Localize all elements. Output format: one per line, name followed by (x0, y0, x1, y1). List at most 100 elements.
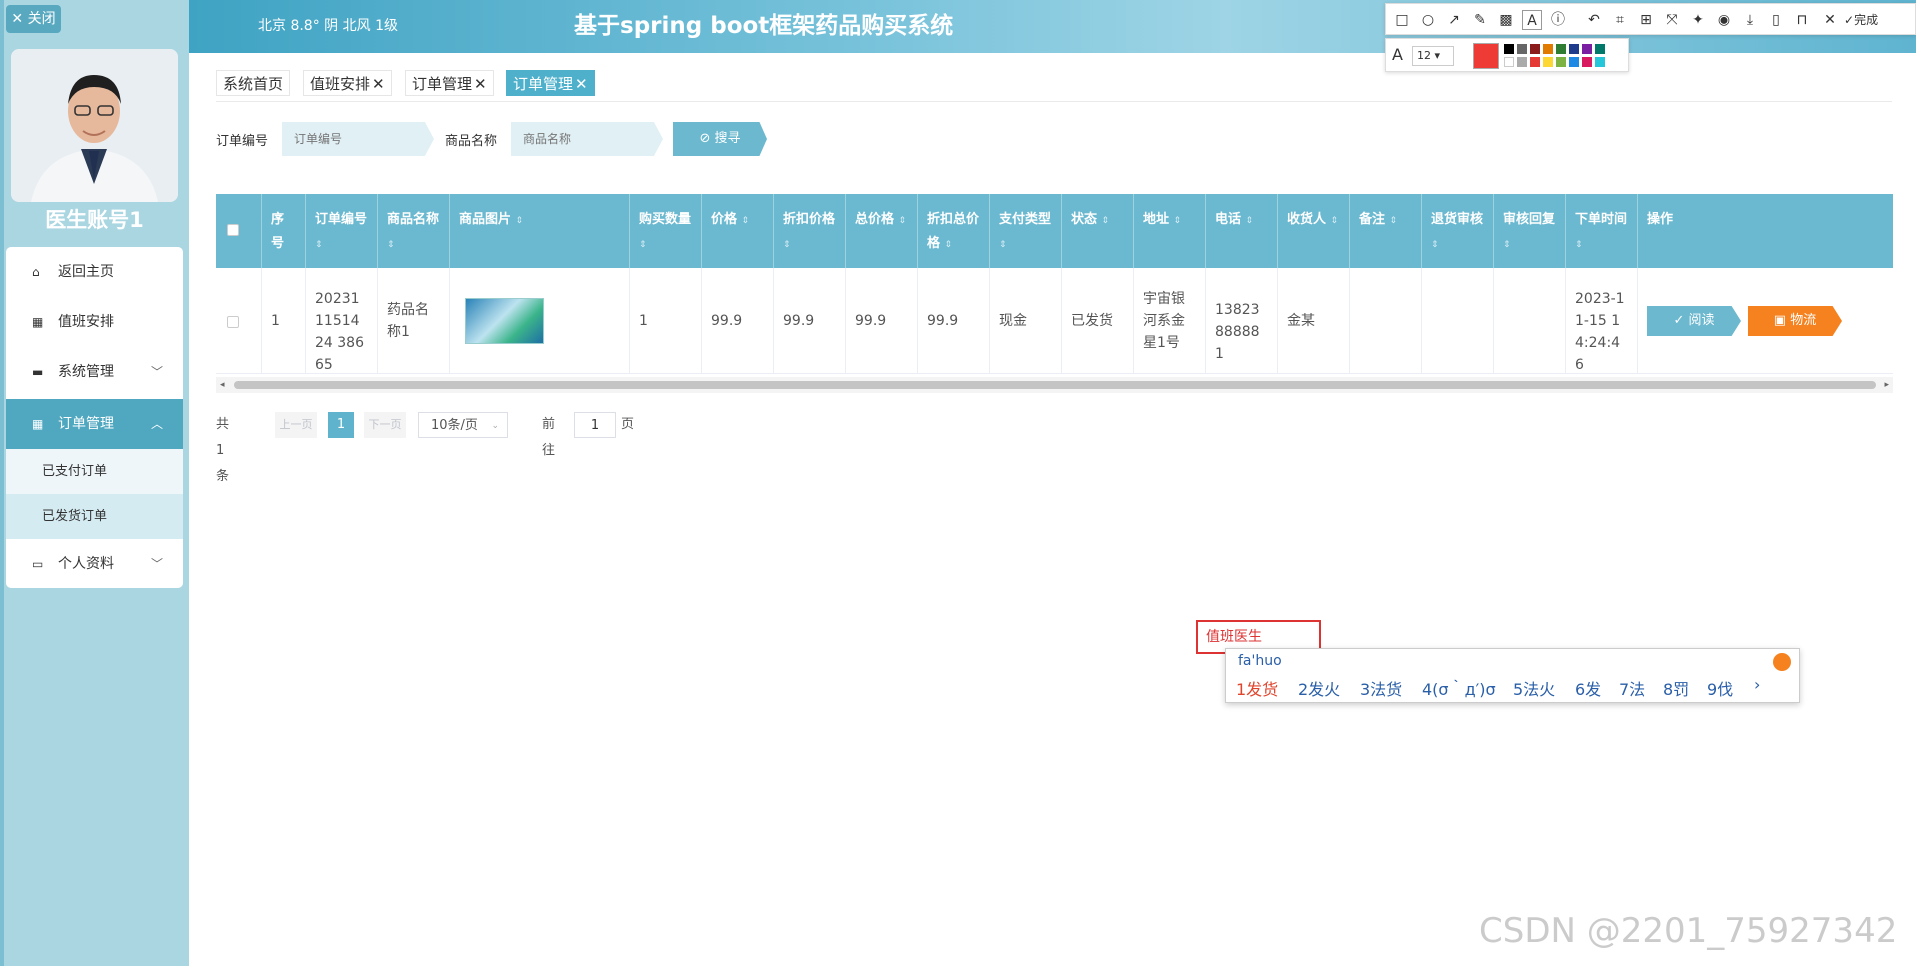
sort-icon[interactable]: ⇕ (1575, 240, 1583, 250)
sort-icon[interactable]: ⇕ (945, 240, 953, 250)
current-color-swatch[interactable] (1473, 43, 1499, 69)
col-review-reply[interactable]: 审核回复 ⇕ (1494, 194, 1566, 268)
col-pay-type[interactable]: 支付类型 ⇕ (990, 194, 1062, 268)
text-tool-icon[interactable]: A (1522, 10, 1542, 30)
done-button[interactable]: ✓完成 (1844, 10, 1904, 30)
col-address[interactable]: 地址 ⇕ (1134, 194, 1206, 268)
read-button[interactable]: ✓ 阅读 (1647, 306, 1741, 336)
sidebar-item-profile[interactable]: ▭ 个人资料 ﹀ (6, 539, 183, 588)
col-order-time[interactable]: 下单时间 ⇕ (1566, 194, 1638, 268)
scroll-left-icon[interactable]: ◂ (220, 377, 225, 393)
sort-icon[interactable]: ⇕ (387, 240, 395, 250)
col-order-no[interactable]: 订单编号 ⇕ (306, 194, 378, 268)
sidebar-subitem-shipped[interactable]: 已发货订单 (6, 494, 183, 539)
product-name-input[interactable] (511, 122, 663, 156)
product-thumbnail[interactable] (465, 298, 544, 344)
close-icon[interactable]: ✕ (372, 75, 385, 93)
horizontal-scrollbar[interactable]: ◂ ▸ (216, 377, 1893, 393)
tab-home[interactable]: 系统首页 (216, 70, 291, 96)
color-yellow[interactable] (1543, 57, 1553, 67)
phone-icon[interactable]: ▯ (1766, 10, 1786, 30)
sidebar-item-system[interactable]: ▬ 系统管理 ﹀ (6, 347, 183, 397)
ime-candidate[interactable]: 1发货 (1236, 676, 1278, 700)
sort-icon[interactable]: ⇕ (1246, 216, 1254, 226)
color-orange[interactable] (1543, 44, 1553, 54)
sort-icon[interactable]: ⇕ (516, 216, 524, 226)
close-icon[interactable]: ✕ (575, 75, 588, 93)
sidebar-item-home[interactable]: ⌂ 返回主页 (6, 247, 183, 297)
ime-candidate[interactable]: 6发 (1575, 676, 1601, 700)
sort-icon[interactable]: ⇕ (1503, 240, 1511, 250)
ime-candidate[interactable]: 7法 (1619, 676, 1645, 700)
color-lightgray[interactable] (1517, 57, 1527, 67)
ellipse-tool-icon[interactable]: ○ (1418, 10, 1438, 30)
sort-icon[interactable]: ⇕ (1390, 216, 1398, 226)
ime-candidate[interactable]: 8罚 (1663, 676, 1689, 700)
col-receiver[interactable]: 收货人 ⇕ (1278, 194, 1350, 268)
tab-orders-active[interactable]: 订单管理 ✕ (506, 70, 595, 96)
scroll-right-icon[interactable]: ▸ (1884, 377, 1889, 393)
sort-icon[interactable]: ⇕ (1102, 216, 1110, 226)
search-button[interactable]: ⊘ 搜寻 (673, 122, 767, 156)
col-product[interactable]: 商品名称 ⇕ (378, 194, 450, 268)
chevron-right-icon[interactable]: › (1754, 675, 1760, 694)
sort-icon[interactable]: ⇕ (742, 216, 750, 226)
pen-tool-icon[interactable]: ✎ (1470, 10, 1490, 30)
row-checkbox[interactable] (227, 316, 239, 328)
sort-icon[interactable]: ⇕ (899, 216, 907, 226)
goto-page-input[interactable]: 1 (574, 412, 616, 438)
select-all-checkbox[interactable] (227, 224, 239, 236)
mosaic-tool-icon[interactable]: ▩ (1496, 10, 1516, 30)
sidebar-item-orders[interactable]: ▦ 订单管理 ︿ (6, 399, 183, 449)
page-size-select[interactable]: 10条/页 ⌄ (418, 412, 508, 438)
sort-icon[interactable]: ⇕ (1431, 240, 1439, 250)
sort-icon[interactable]: ⇕ (1174, 216, 1182, 226)
color-darkred[interactable] (1530, 44, 1540, 54)
prev-page-button[interactable]: 上一页 (275, 412, 317, 438)
font-size-select[interactable]: 12 ▾ (1412, 46, 1454, 66)
long-shot-icon[interactable]: ⤧ (1662, 10, 1682, 30)
close-icon[interactable]: ✕ (1820, 10, 1840, 30)
sort-icon[interactable]: ⇕ (315, 240, 323, 250)
ime-candidate[interactable]: 4(σ｀д′)σ (1422, 676, 1496, 700)
col-phone[interactable]: 电话 ⇕ (1206, 194, 1278, 268)
col-return-review[interactable]: 退货审核 ⇕ (1422, 194, 1494, 268)
rectangle-tool-icon[interactable]: □ (1392, 10, 1412, 30)
col-index[interactable]: 序号 (262, 194, 306, 268)
pin-icon[interactable]: ✦ (1688, 10, 1708, 30)
ocr-icon[interactable]: ⌗ (1610, 10, 1630, 30)
sort-icon[interactable]: ⇕ (783, 240, 791, 250)
ime-candidate[interactable]: 3法货 (1360, 676, 1402, 700)
logistics-button[interactable]: ▣ 物流 (1748, 306, 1842, 336)
color-gray[interactable] (1517, 44, 1527, 54)
color-pink[interactable] (1582, 57, 1592, 67)
page-1-button[interactable]: 1 (328, 412, 354, 438)
close-sidebar-button[interactable]: ✕ 关闭 (6, 5, 61, 33)
col-price[interactable]: 价格 ⇕ (702, 194, 774, 268)
tab-duty[interactable]: 值班安排 ✕ (303, 70, 392, 96)
color-green[interactable] (1556, 44, 1566, 54)
next-page-button[interactable]: 下一页 (364, 412, 406, 438)
sort-icon[interactable]: ⇕ (999, 240, 1007, 250)
col-discount-price[interactable]: 折扣价格 ⇕ (774, 194, 846, 268)
color-navy[interactable] (1569, 44, 1579, 54)
col-image[interactable]: 商品图片 ⇕ (450, 194, 630, 268)
ime-candidate[interactable]: 2发火 (1298, 676, 1340, 700)
translate-icon[interactable]: ⊞ (1636, 10, 1656, 30)
sidebar-subitem-paid[interactable]: 已支付订单 (6, 449, 183, 494)
ime-candidate[interactable]: 9伐 (1707, 676, 1733, 700)
download-icon[interactable]: ⤓ (1740, 10, 1760, 30)
col-remark[interactable]: 备注 ⇕ (1350, 194, 1422, 268)
sort-icon[interactable]: ⇕ (639, 240, 647, 250)
color-lime[interactable] (1556, 57, 1566, 67)
sort-icon[interactable]: ⇕ (1331, 216, 1339, 226)
color-teal[interactable] (1595, 44, 1605, 54)
col-total[interactable]: 总价格 ⇕ (846, 194, 918, 268)
close-icon[interactable]: ✕ (474, 75, 487, 93)
ime-candidate[interactable]: 5法火 (1513, 676, 1555, 700)
scrollbar-thumb[interactable] (234, 381, 1876, 389)
color-purple[interactable] (1582, 44, 1592, 54)
record-icon[interactable]: ◉ (1714, 10, 1734, 30)
number-tool-icon[interactable]: ⓘ (1548, 10, 1568, 30)
order-no-input[interactable] (282, 122, 434, 156)
